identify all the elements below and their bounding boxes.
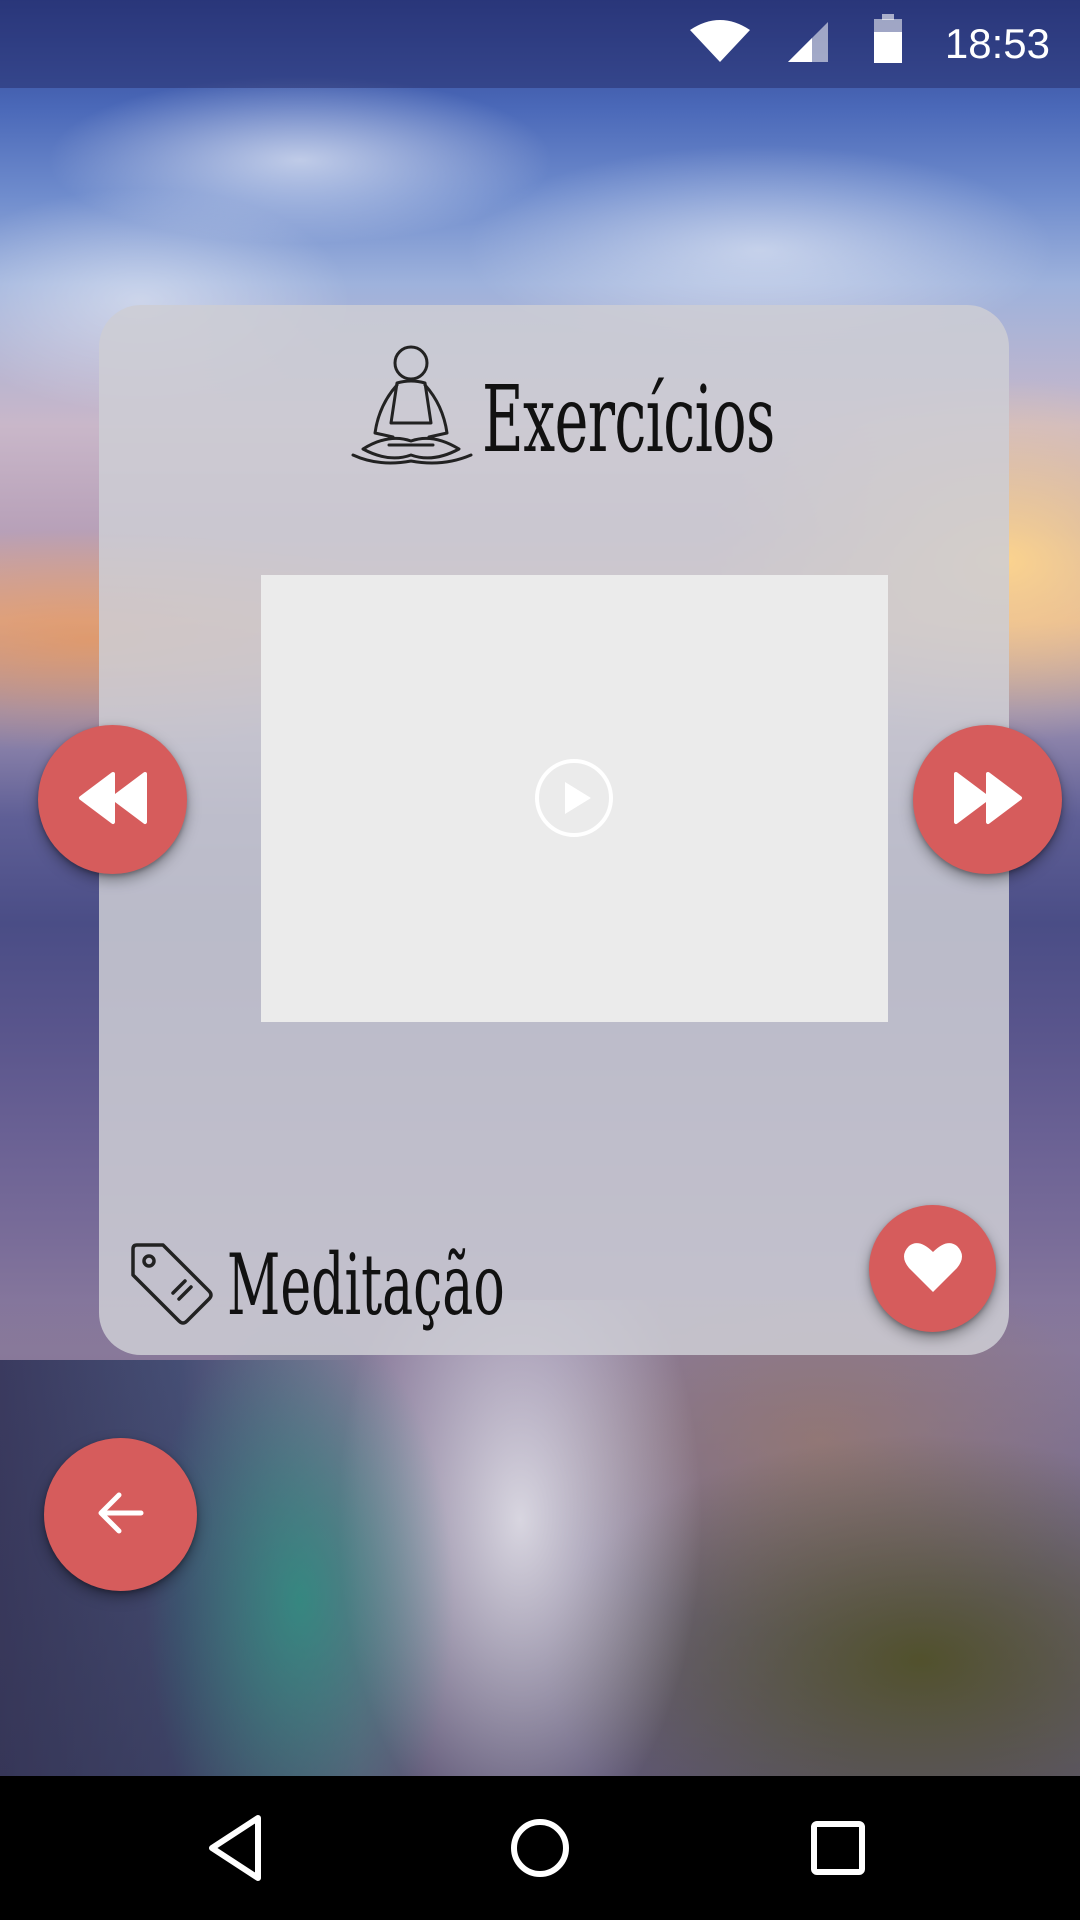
previous-button[interactable] xyxy=(38,725,187,874)
wifi-icon xyxy=(688,18,752,68)
status-time: 18:53 xyxy=(944,20,1050,67)
fast-forward-icon xyxy=(952,770,1024,830)
nav-back-icon[interactable] xyxy=(198,1808,278,1888)
favorite-button[interactable] xyxy=(869,1205,996,1332)
category-label: Meditação xyxy=(227,1236,505,1334)
play-circle-icon[interactable] xyxy=(533,757,615,843)
card-title: Exercícios xyxy=(482,366,775,473)
battery-icon xyxy=(872,14,904,68)
nav-home-icon[interactable] xyxy=(500,1808,580,1888)
video-player[interactable] xyxy=(261,575,888,1022)
status-bar: 18:53 xyxy=(0,0,1080,88)
nav-recents-icon[interactable] xyxy=(798,1808,878,1888)
category-row: Meditação xyxy=(129,1235,629,1335)
back-button[interactable] xyxy=(44,1438,197,1591)
rewind-icon xyxy=(77,770,149,830)
screen: 18:53 Exercícios Meditação xyxy=(0,0,1080,1920)
cell-signal-icon xyxy=(786,18,830,68)
exercise-card: Exercícios Meditação xyxy=(99,305,1009,1355)
card-header: Exercícios xyxy=(99,345,1009,485)
arrow-left-icon xyxy=(97,1491,145,1539)
heart-icon xyxy=(903,1240,963,1298)
next-button[interactable] xyxy=(913,725,1062,874)
meditation-person-icon xyxy=(349,345,479,473)
navigation-bar xyxy=(0,1776,1080,1920)
tag-icon xyxy=(129,1241,215,1331)
